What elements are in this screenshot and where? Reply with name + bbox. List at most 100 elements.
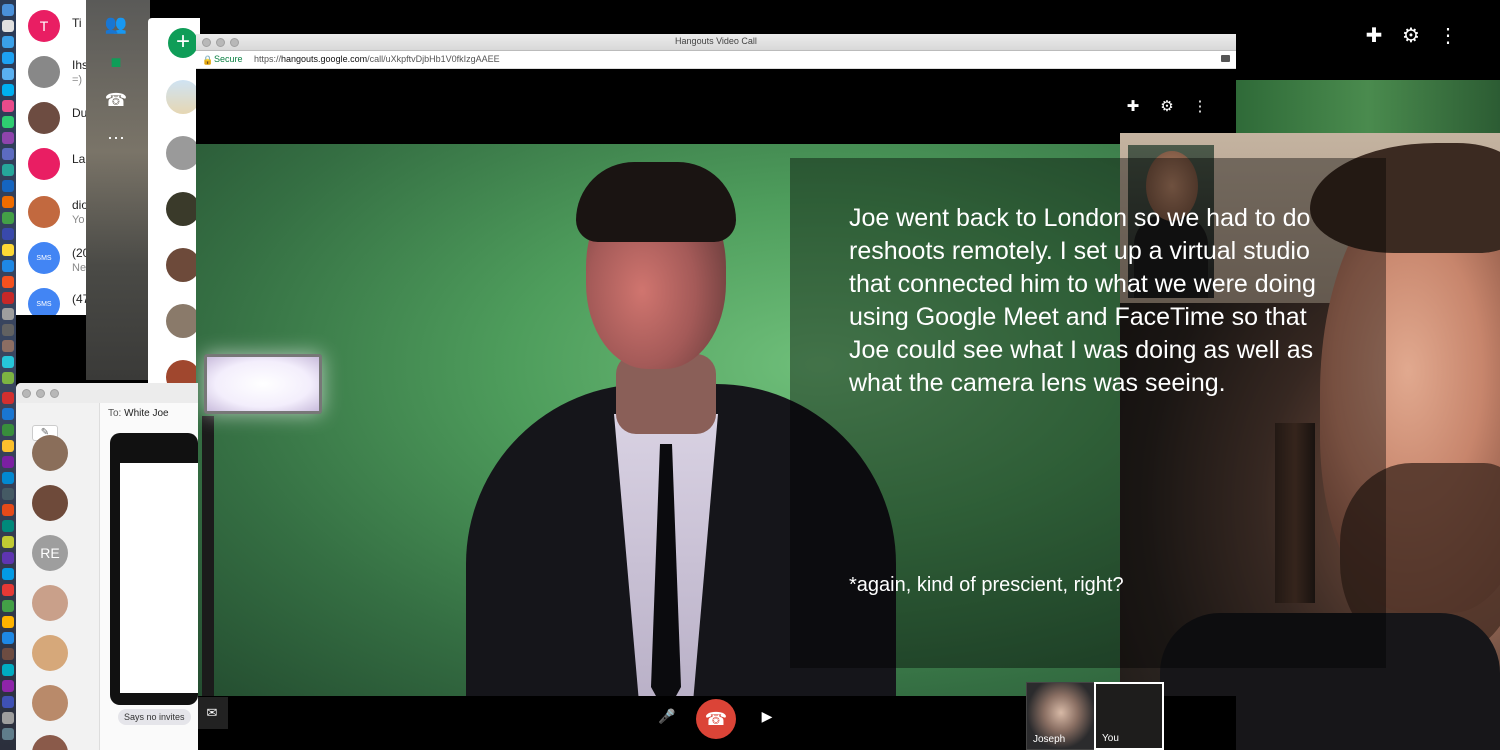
chat-icon[interactable]: ■ bbox=[102, 48, 130, 76]
dock-app-icon[interactable] bbox=[2, 340, 14, 352]
avatar[interactable] bbox=[32, 585, 68, 621]
dock-app-icon[interactable] bbox=[2, 36, 14, 48]
url-text[interactable]: https://hangouts.google.com/call/uXkpftv… bbox=[254, 54, 500, 64]
camera-in-use-icon[interactable] bbox=[1221, 55, 1230, 62]
list-item[interactable]: Ihs =) bbox=[16, 52, 88, 98]
dock-app-icon[interactable] bbox=[2, 68, 14, 80]
dock-app-icon[interactable] bbox=[2, 680, 14, 692]
dock-app-icon[interactable] bbox=[2, 648, 14, 660]
avatar[interactable] bbox=[166, 136, 200, 170]
dock-app-icon[interactable] bbox=[2, 356, 14, 368]
add-person-icon[interactable]: ✚ bbox=[1123, 97, 1143, 117]
dock-app-icon[interactable] bbox=[2, 392, 14, 404]
messages-window: ✎ RE To: White Joe Says no invites bbox=[16, 383, 198, 750]
avatar[interactable] bbox=[32, 435, 68, 471]
lock-icon: 🔒 bbox=[202, 55, 214, 65]
avatar[interactable] bbox=[32, 735, 68, 750]
dock-app-icon[interactable] bbox=[2, 4, 14, 16]
phone-icon[interactable]: ☎ bbox=[102, 86, 130, 114]
avatar[interactable]: RE bbox=[32, 535, 68, 571]
dock-app-icon[interactable] bbox=[2, 728, 14, 740]
dock-app-icon[interactable] bbox=[2, 244, 14, 256]
dock-app-icon[interactable] bbox=[2, 520, 14, 532]
new-conversation-button[interactable]: + bbox=[168, 28, 198, 58]
more-vert-icon[interactable]: ⋮ bbox=[1190, 97, 1210, 117]
add-person-icon[interactable]: ✚ bbox=[1362, 24, 1386, 48]
window-title: Hangouts Video Call bbox=[675, 36, 757, 46]
dock-app-icon[interactable] bbox=[2, 20, 14, 32]
videocam-icon[interactable]: ▶ bbox=[756, 708, 778, 730]
dock-app-icon[interactable] bbox=[2, 424, 14, 436]
dock-app-icon[interactable] bbox=[2, 372, 14, 384]
mic-icon[interactable]: 🎤 bbox=[657, 708, 677, 730]
dock-app-icon[interactable] bbox=[2, 260, 14, 272]
avatar[interactable] bbox=[32, 485, 68, 521]
participant-thumbnail[interactable]: Joseph bbox=[1026, 682, 1096, 750]
avatar[interactable] bbox=[166, 192, 200, 226]
close-window-button[interactable] bbox=[22, 389, 31, 398]
list-item[interactable]: T Ti bbox=[16, 4, 88, 50]
avatar[interactable] bbox=[166, 248, 200, 282]
list-item[interactable]: SMS (47 bbox=[16, 286, 88, 315]
zoom-window-button[interactable] bbox=[50, 389, 59, 398]
caption-text: Joe went back to London so we had to do … bbox=[849, 204, 1316, 397]
dock-app-icon[interactable] bbox=[2, 292, 14, 304]
dock-app-icon[interactable] bbox=[2, 536, 14, 548]
chat-icon[interactable]: ✉ bbox=[196, 697, 228, 729]
more-vert-icon[interactable]: ⋮ bbox=[1436, 24, 1460, 48]
dock-app-icon[interactable] bbox=[2, 552, 14, 564]
minimize-window-button[interactable] bbox=[36, 389, 45, 398]
dock-app-icon[interactable] bbox=[2, 308, 14, 320]
avatar[interactable] bbox=[32, 635, 68, 671]
dock-app-icon[interactable] bbox=[2, 100, 14, 112]
dock-app-icon[interactable] bbox=[2, 132, 14, 144]
dock-app-icon[interactable] bbox=[2, 616, 14, 628]
list-item[interactable]: Du bbox=[16, 98, 88, 144]
dock-app-icon[interactable] bbox=[2, 584, 14, 596]
hangup-icon[interactable]: ☎ bbox=[696, 699, 736, 739]
avatar[interactable] bbox=[166, 80, 200, 114]
list-item[interactable]: La bbox=[16, 146, 88, 192]
dock-app-icon[interactable] bbox=[2, 632, 14, 644]
dock-app-icon[interactable] bbox=[2, 196, 14, 208]
dock-app-icon[interactable] bbox=[2, 568, 14, 580]
avatar[interactable] bbox=[32, 685, 68, 721]
window-titlebar[interactable] bbox=[16, 383, 198, 403]
more-horiz-icon[interactable]: ⋯ bbox=[102, 124, 130, 152]
gear-icon[interactable]: ⚙ bbox=[1399, 24, 1423, 48]
dock-app-icon[interactable] bbox=[2, 712, 14, 724]
studio-light bbox=[204, 354, 322, 414]
avatar bbox=[28, 56, 60, 88]
dock-app-icon[interactable] bbox=[2, 228, 14, 240]
gear-icon[interactable]: ⚙ bbox=[1157, 97, 1177, 117]
dock-app-icon[interactable] bbox=[2, 696, 14, 708]
dock-app-icon[interactable] bbox=[2, 472, 14, 484]
address-bar[interactable]: 🔒 Secure https://hangouts.google.com/cal… bbox=[196, 51, 1236, 69]
participant-thumbnail[interactable]: You bbox=[1094, 682, 1164, 750]
dock-app-icon[interactable] bbox=[2, 324, 14, 336]
dock-app-icon[interactable] bbox=[2, 600, 14, 612]
dock-app-icon[interactable] bbox=[2, 456, 14, 468]
dock-app-icon[interactable] bbox=[2, 148, 14, 160]
window-titlebar[interactable]: Hangouts Video Call bbox=[196, 34, 1236, 51]
dock-app-icon[interactable] bbox=[2, 408, 14, 420]
dock-app-icon[interactable] bbox=[2, 164, 14, 176]
list-item[interactable]: dio Yo bbox=[16, 192, 88, 238]
caption-overlay: Joe went back to London so we had to do … bbox=[790, 158, 1386, 668]
shared-screenshot[interactable] bbox=[110, 433, 198, 705]
avatar[interactable] bbox=[166, 304, 200, 338]
people-icon[interactable]: 👥 bbox=[102, 10, 130, 38]
person-hair bbox=[576, 162, 736, 242]
dock-app-icon[interactable] bbox=[2, 52, 14, 64]
dock-app-icon[interactable] bbox=[2, 664, 14, 676]
dock-app-icon[interactable] bbox=[2, 180, 14, 192]
dock-app-icon[interactable] bbox=[2, 504, 14, 516]
recipient-field[interactable]: To: White Joe bbox=[108, 408, 169, 419]
dock-app-icon[interactable] bbox=[2, 440, 14, 452]
dock-app-icon[interactable] bbox=[2, 488, 14, 500]
dock-app-icon[interactable] bbox=[2, 116, 14, 128]
dock-app-icon[interactable] bbox=[2, 212, 14, 224]
list-item[interactable]: SMS (20 Ne bbox=[16, 240, 88, 286]
dock-app-icon[interactable] bbox=[2, 276, 14, 288]
dock-app-icon[interactable] bbox=[2, 84, 14, 96]
